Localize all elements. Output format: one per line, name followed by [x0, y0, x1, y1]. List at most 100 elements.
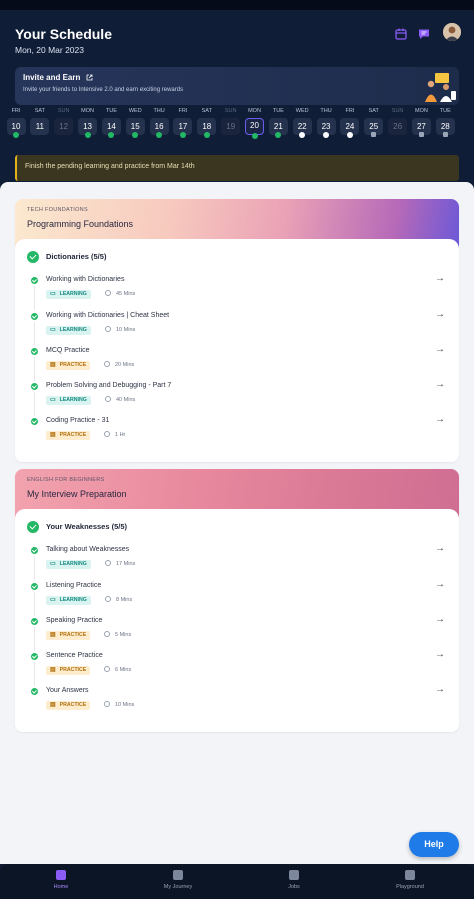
list-item[interactable]: Sentence Practice ▤ PRACTICE 6 Mins → — [15, 649, 459, 686]
item-type-badge: ▤ PRACTICE — [46, 666, 91, 675]
calendar-day-number[interactable]: 10 — [6, 118, 26, 138]
arrow-right-icon[interactable]: → — [435, 344, 445, 355]
complete-check-icon — [31, 618, 38, 625]
list-item[interactable]: Talking about Weaknesses ▭ LEARNING 17 Mins… — [15, 543, 459, 580]
item-type-label: PRACTICE — [59, 632, 87, 638]
list-item[interactable]: Problem Solving and Debugging - Part 7 ▭ L… — [15, 379, 459, 416]
arrow-right-icon[interactable]: → — [435, 579, 445, 590]
calendar-day-number[interactable]: 27 — [411, 118, 431, 137]
calendar-day[interactable]: WED 22 — [291, 106, 313, 138]
course-card-body: Dictionaries (5/5) Working with Dictionar… — [15, 239, 459, 462]
calendar-day[interactable]: SAT 25 — [363, 106, 385, 137]
arrow-right-icon[interactable]: → — [435, 614, 445, 625]
item-duration: 1 Hr — [104, 431, 125, 440]
list-item[interactable]: MCQ Practice ▤ PRACTICE 20 Mins → — [15, 344, 459, 381]
invite-banner[interactable]: Invite and Earn Invite your friends to I… — [15, 67, 459, 105]
calendar-day-name: SAT — [201, 108, 212, 114]
calendar-day-number[interactable]: 26 — [388, 118, 408, 135]
timeline-connector — [34, 591, 35, 616]
calendar-day-number[interactable]: 14 — [101, 118, 121, 138]
calendar-day-name: FRI — [178, 108, 188, 114]
calendar-day-number[interactable]: 13 — [78, 118, 98, 138]
calendar-day-number[interactable]: 19 — [221, 118, 241, 135]
notice-text: Finish the pending learning and practice… — [25, 163, 195, 170]
calendar-day-number[interactable]: 23 — [316, 118, 336, 138]
calendar-day-number[interactable]: 28 — [435, 118, 455, 137]
arrow-right-icon[interactable]: → — [435, 543, 445, 554]
arrow-right-icon[interactable]: → — [435, 414, 445, 425]
list-item[interactable]: Coding Practice - 31 ▤ PRACTICE 1 Hr → — [15, 414, 459, 449]
calendar-day[interactable]: SUN 19 — [220, 106, 242, 135]
list-item[interactable]: Working with Dictionaries ▭ LEARNING 45 Min… — [15, 273, 459, 310]
item-type-badge: ▤ PRACTICE — [46, 631, 91, 640]
help-button[interactable]: Help — [409, 832, 459, 857]
calendar-day[interactable]: SAT 11 — [29, 106, 51, 135]
pending-notice[interactable]: Finish the pending learning and practice… — [15, 155, 459, 181]
arrow-right-icon[interactable]: → — [435, 379, 445, 390]
calendar-day[interactable]: SUN 12 — [53, 106, 75, 135]
calendar-day-number[interactable]: 18 — [197, 118, 217, 138]
arrow-right-icon[interactable]: → — [435, 684, 445, 695]
calendar-day-number[interactable]: 20 — [245, 118, 264, 139]
list-item[interactable]: Speaking Practice ▤ PRACTICE 5 Mins → — [15, 614, 459, 651]
list-item[interactable]: Working with Dictionaries | Cheat Sheet ▭… — [15, 309, 459, 346]
calendar-day[interactable]: MON 27 — [410, 106, 432, 137]
book-icon: ▭ — [50, 397, 56, 403]
user-avatar-icon — [443, 23, 461, 41]
list-item[interactable]: Listening Practice ▭ LEARNING 8 Mins → — [15, 579, 459, 616]
nav-item-jobs[interactable]: Jobs — [254, 870, 334, 890]
item-type-label: PRACTICE — [59, 667, 87, 673]
arrow-right-icon[interactable]: → — [435, 649, 445, 660]
calendar-day[interactable]: FRI 17 — [172, 106, 194, 138]
lock-icon — [418, 132, 424, 137]
arrow-right-icon[interactable]: → — [435, 273, 445, 284]
calendar-day-number[interactable]: 22 — [292, 118, 312, 138]
chat-icon[interactable] — [417, 27, 431, 41]
section-complete-icon — [27, 251, 39, 263]
item-duration-text: 40 Mins — [116, 397, 136, 403]
calendar-day[interactable]: MON 20 — [244, 106, 266, 139]
calendar-day[interactable]: SAT 18 — [196, 106, 218, 138]
item-title: Problem Solving and Debugging - Part 7 — [46, 382, 172, 389]
calendar-day-number[interactable]: 16 — [149, 118, 169, 138]
calendar-day[interactable]: TUE 14 — [100, 106, 122, 138]
calendar-day-number[interactable]: 21 — [268, 118, 288, 138]
calendar-day[interactable]: WED 15 — [124, 106, 146, 138]
calendar-day[interactable]: TUE 21 — [267, 106, 289, 138]
current-date: Mon, 20 Mar 2023 — [15, 45, 84, 55]
calendar-day[interactable]: THU 23 — [315, 106, 337, 138]
calendar-day-name: FRI — [345, 108, 355, 114]
calendar-day[interactable]: MON 13 — [77, 106, 99, 138]
clock-icon — [105, 595, 111, 602]
arrow-right-icon[interactable]: → — [435, 309, 445, 320]
list-item[interactable]: Your Answers ▤ PRACTICE 10 Mins → — [15, 684, 459, 719]
calendar-day-number[interactable]: 17 — [173, 118, 193, 138]
nav-item-home[interactable]: Home — [21, 870, 101, 890]
calendar-day[interactable]: THU 16 — [148, 106, 170, 138]
avatar[interactable] — [443, 23, 461, 41]
calendar-day[interactable]: FRI 10 — [5, 106, 27, 138]
item-duration: 10 Mins — [105, 325, 135, 335]
item-duration-text: 45 Mins — [116, 291, 136, 297]
item-type-badge: ▭ LEARNING — [46, 560, 91, 569]
nav-item-playground[interactable]: Playground — [370, 870, 450, 890]
calendar-day[interactable]: TUE 28 — [434, 106, 456, 137]
calendar-icon[interactable] — [394, 27, 408, 41]
calendar-day-name: FRI — [11, 108, 21, 114]
calendar-day-number[interactable]: 25 — [364, 118, 384, 137]
calendar-day-number[interactable]: 24 — [340, 118, 360, 138]
completed-check-icon — [179, 132, 186, 138]
calendar-day[interactable]: FRI 24 — [339, 106, 361, 138]
item-title: Coding Practice - 31 — [46, 417, 110, 424]
external-link-icon — [86, 74, 92, 80]
nav-item-my-journey[interactable]: My Journey — [138, 870, 218, 890]
item-type-label: PRACTICE — [59, 432, 87, 438]
book-icon: ▭ — [50, 561, 56, 567]
calendar-day-number[interactable]: 15 — [125, 118, 145, 138]
item-duration: 6 Mins — [104, 666, 131, 675]
calendar-day-number[interactable]: 12 — [54, 118, 74, 135]
clipboard-icon: ▤ — [50, 702, 56, 708]
calendar-day[interactable]: SUN 26 — [387, 106, 409, 135]
calendar-day-number[interactable]: 11 — [30, 118, 50, 135]
item-duration-text: 20 Mins — [115, 362, 135, 368]
